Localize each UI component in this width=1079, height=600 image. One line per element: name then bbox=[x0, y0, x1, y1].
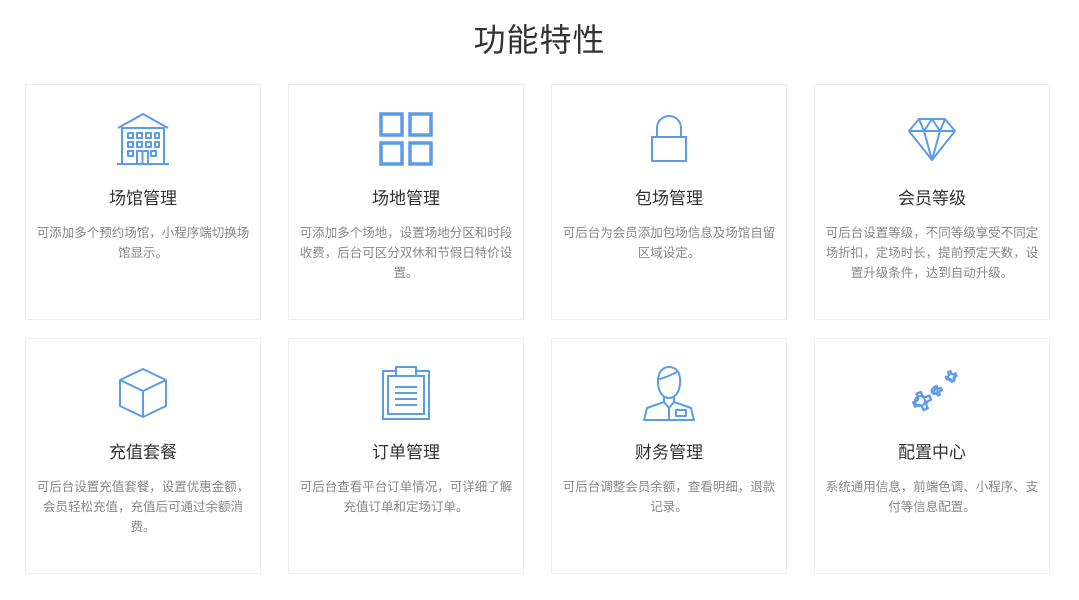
feature-card-orders[interactable]: 订单管理 可后台查看平台订单情况，可详细了解充值订单和定场订单。 bbox=[288, 338, 524, 574]
grid-icon bbox=[289, 109, 523, 169]
feature-title: 充值套餐 bbox=[109, 443, 177, 463]
staff-icon bbox=[552, 363, 786, 423]
box-icon bbox=[26, 363, 260, 423]
feature-title: 包场管理 bbox=[635, 189, 703, 209]
lock-icon bbox=[552, 109, 786, 169]
feature-card-config[interactable]: 配置中心 系统通用信息，前端色调、小程序、支付等信息配置。 bbox=[814, 338, 1050, 574]
feature-title: 场馆管理 bbox=[109, 189, 177, 209]
building-icon bbox=[26, 109, 260, 169]
feature-description: 可添加多个场地，设置场地分区和时段收费，后台可区分双休和节假日特价设置。 bbox=[299, 225, 513, 280]
feature-grid: 场馆管理 可添加多个预约场馆，小程序端切换场馆显示。 场地管理 可添加多个场地，… bbox=[25, 84, 1051, 574]
feature-title: 会员等级 bbox=[898, 189, 966, 209]
feature-card-booking[interactable]: 包场管理 可后台为会员添加包场信息及场馆自留区域设定。 bbox=[551, 84, 787, 320]
feature-description: 可后台查看平台订单情况，可详细了解充值订单和定场订单。 bbox=[299, 479, 513, 514]
clipboard-icon bbox=[289, 363, 523, 423]
feature-card-recharge[interactable]: 充值套餐 可后台设置充值套餐，设置优惠金额，会员轻松充值，充值后可通过余额消费。 bbox=[25, 338, 261, 574]
feature-card-finance[interactable]: 财务管理 可后台调整会员余额，查看明细，退款记录。 bbox=[551, 338, 787, 574]
feature-card-venue[interactable]: 场馆管理 可添加多个预约场馆，小程序端切换场馆显示。 bbox=[25, 84, 261, 320]
page-title: 功能特性 bbox=[473, 21, 606, 59]
feature-description: 可后台调整会员余额，查看明细，退款记录。 bbox=[562, 479, 776, 514]
feature-description: 系统通用信息，前端色调、小程序、支付等信息配置。 bbox=[825, 479, 1039, 514]
feature-title: 财务管理 bbox=[635, 443, 703, 463]
feature-title: 配置中心 bbox=[898, 443, 966, 463]
feature-card-member-level[interactable]: 会员等级 可后台设置等级，不同等级享受不同定场折扣，定场时长，提前预定天数，设置… bbox=[814, 84, 1050, 320]
feature-card-field[interactable]: 场地管理 可添加多个场地，设置场地分区和时段收费，后台可区分双休和节假日特价设置… bbox=[288, 84, 524, 320]
feature-title: 场地管理 bbox=[372, 189, 440, 209]
feature-title: 订单管理 bbox=[372, 443, 440, 463]
feature-description: 可后台为会员添加包场信息及场馆自留区域设定。 bbox=[562, 225, 776, 260]
diamond-icon bbox=[815, 109, 1049, 169]
feature-description: 可后台设置充值套餐，设置优惠金额，会员轻松充值，充值后可通过余额消费。 bbox=[36, 479, 250, 534]
gears-icon bbox=[815, 363, 1049, 423]
feature-description: 可添加多个预约场馆，小程序端切换场馆显示。 bbox=[36, 225, 250, 260]
feature-description: 可后台设置等级，不同等级享受不同定场折扣，定场时长，提前预定天数，设置升级条件，… bbox=[825, 225, 1039, 280]
